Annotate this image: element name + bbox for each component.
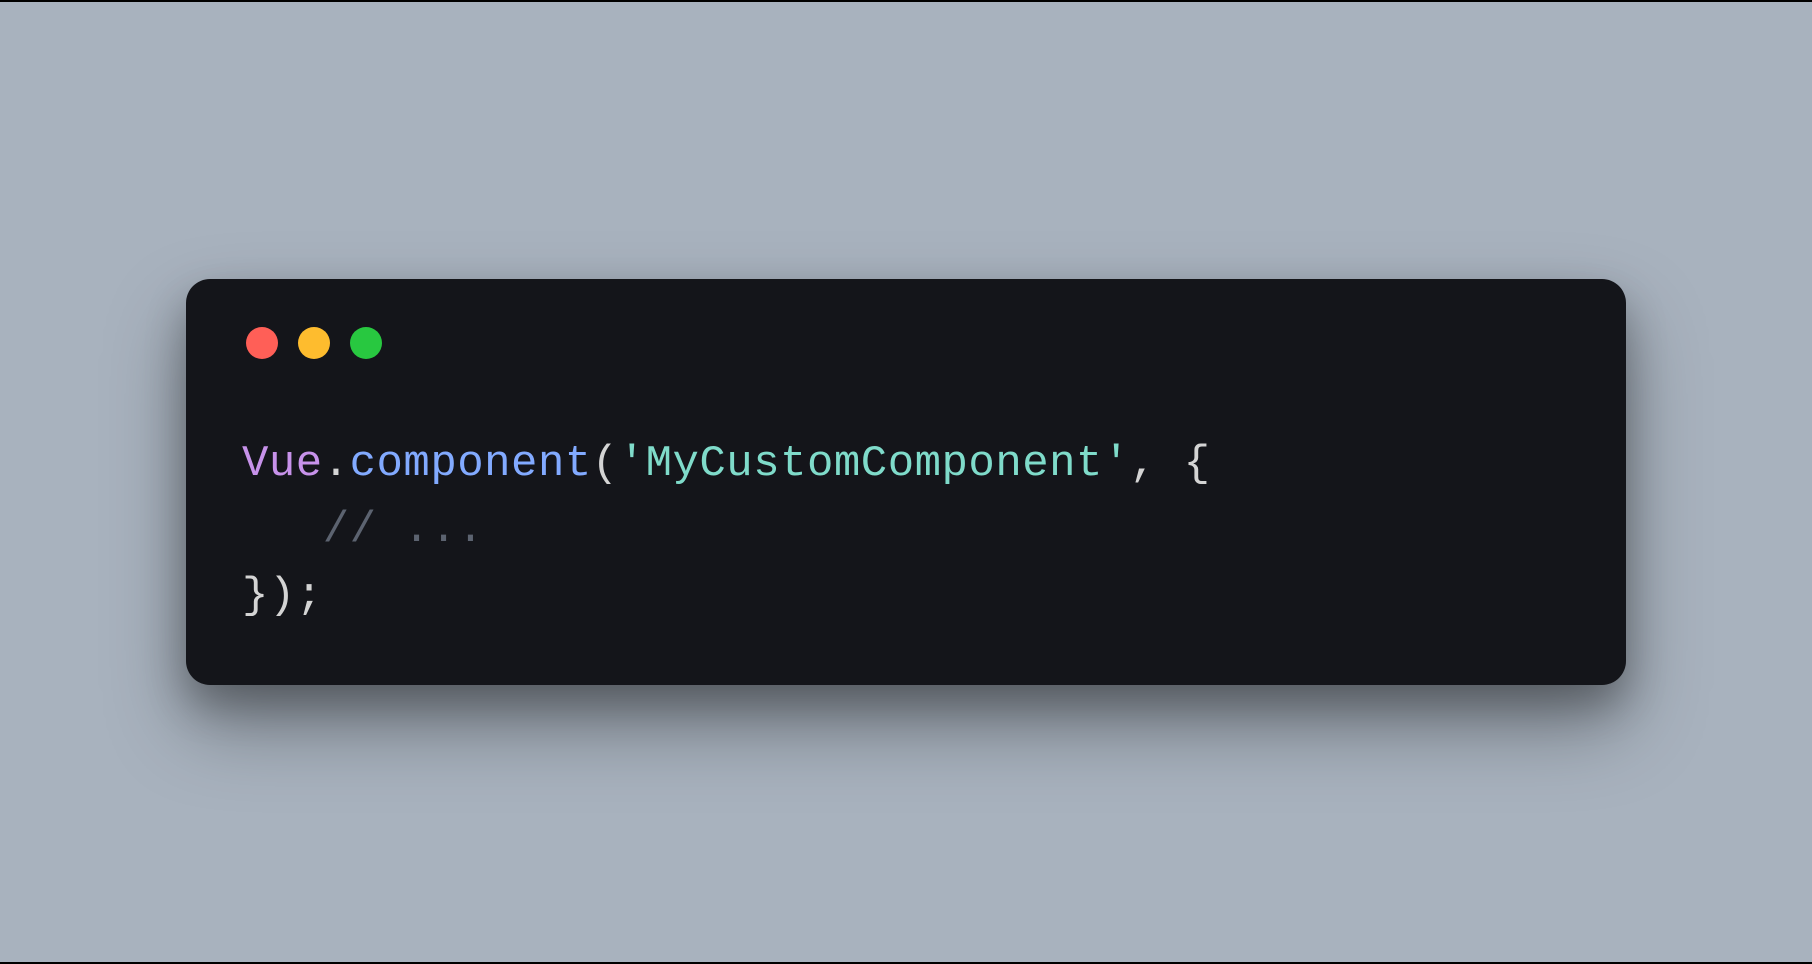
code-content: Vue.component('MyCustomComponent', { // … <box>242 431 1570 629</box>
token-close-paren: ) <box>269 571 296 621</box>
token-class-vue: Vue <box>242 439 323 489</box>
token-dot: . <box>323 439 350 489</box>
token-open-paren: ( <box>592 439 619 489</box>
maximize-button[interactable] <box>350 327 382 359</box>
token-comment: // ... <box>323 505 484 555</box>
token-method-component: component <box>350 439 592 489</box>
minimize-button[interactable] <box>298 327 330 359</box>
token-string-component-name: 'MyCustomComponent' <box>619 439 1130 489</box>
token-indent <box>242 505 323 555</box>
code-window: Vue.component('MyCustomComponent', { // … <box>186 279 1626 685</box>
token-open-brace: { <box>1184 439 1211 489</box>
close-button[interactable] <box>246 327 278 359</box>
token-comma: , <box>1130 439 1184 489</box>
token-semicolon: ; <box>296 571 323 621</box>
token-close-brace: } <box>242 571 269 621</box>
traffic-lights <box>242 327 1570 359</box>
